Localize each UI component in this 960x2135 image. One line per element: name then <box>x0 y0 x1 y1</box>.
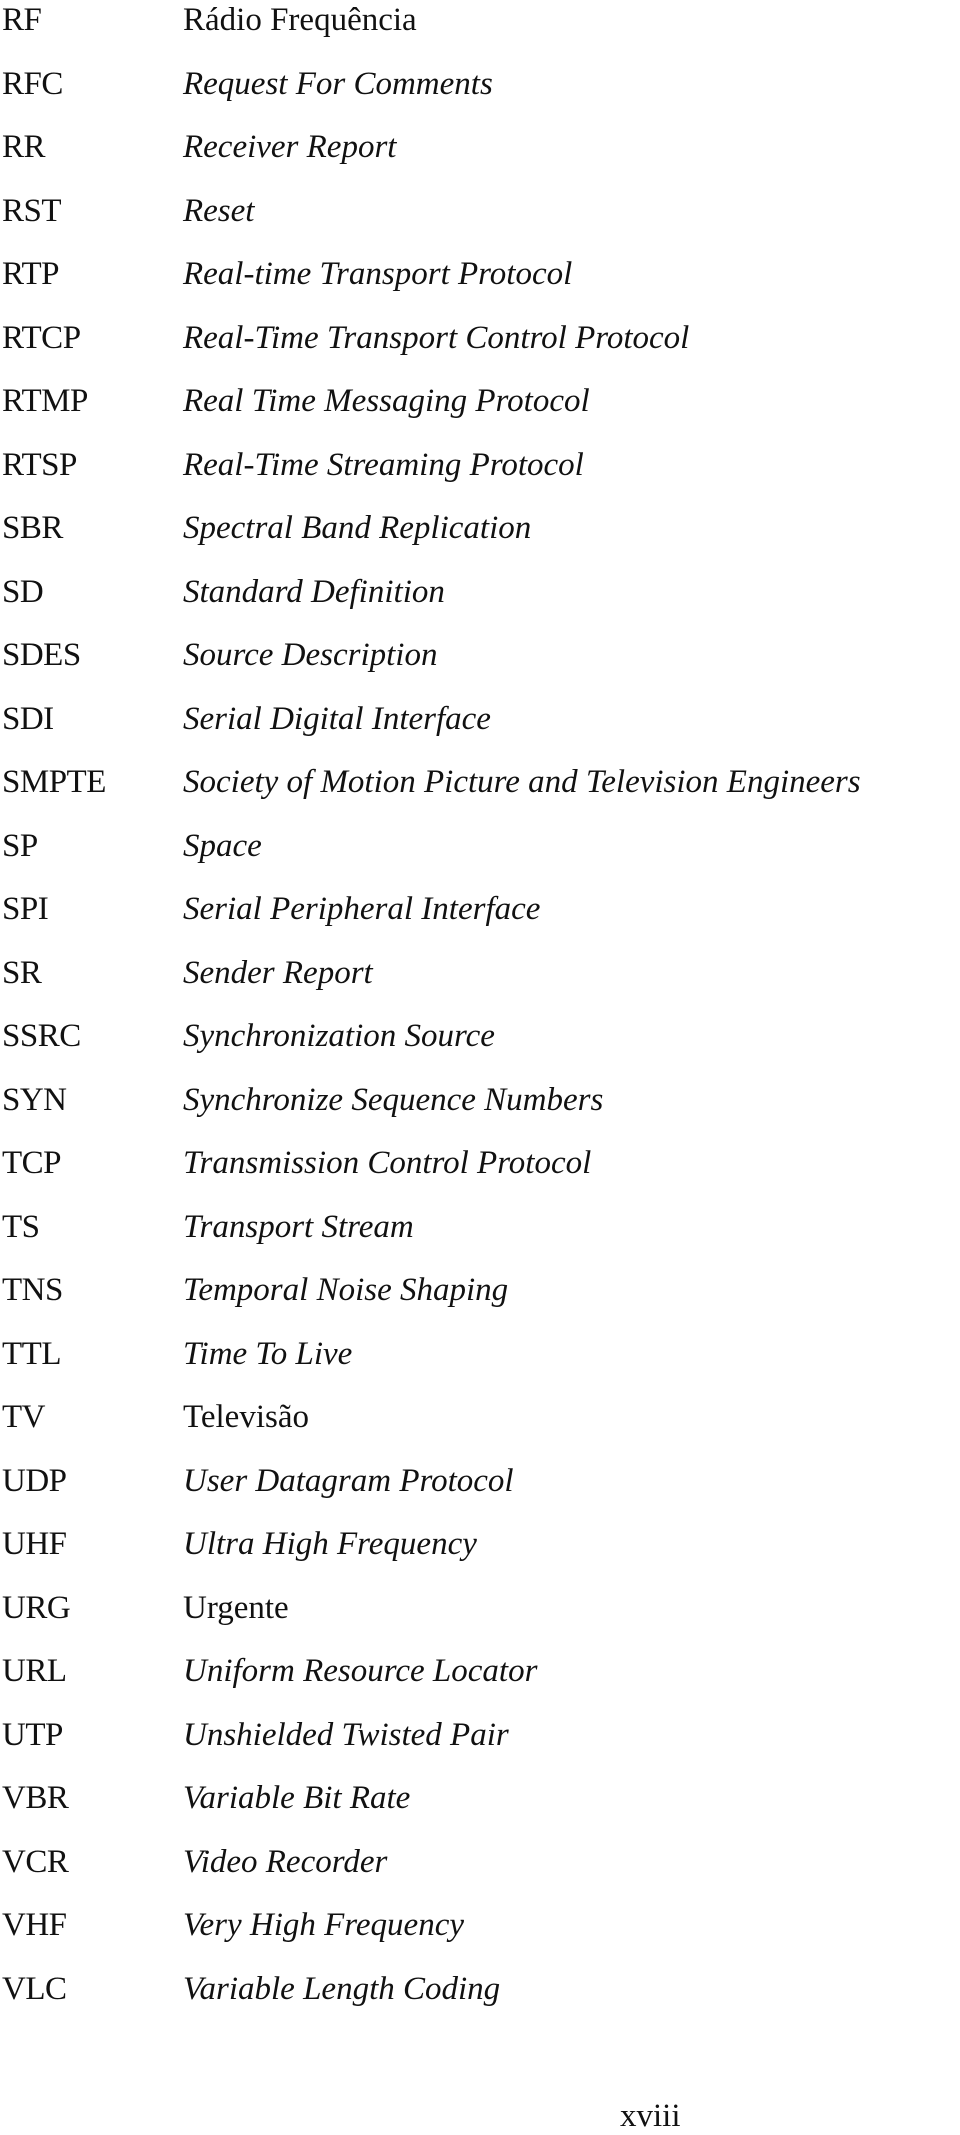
glossary-row: RFC Request For Comments <box>0 64 960 127</box>
definition: Uniform Resource Locator <box>183 1653 538 1689</box>
glossary-row: TNS Temporal Noise Shaping <box>0 1270 960 1333</box>
glossary-row: UHF Ultra High Frequency <box>0 1524 960 1587</box>
glossary-row: SR Sender Report <box>0 953 960 1016</box>
definition: Televisão <box>183 1399 309 1435</box>
definition: Serial Peripheral Interface <box>183 891 541 927</box>
abbreviation: RST <box>2 192 62 229</box>
definition: Real-Time Transport Control Protocol <box>183 319 690 356</box>
glossary-row: SSRC Synchronization Source <box>0 1016 960 1079</box>
glossary-row: SP Space <box>0 826 960 889</box>
glossary-row: SYN Synchronize Sequence Numbers <box>0 1080 960 1143</box>
definition: Unshielded Twisted Pair <box>183 1716 509 1753</box>
definition: Video Recorder <box>183 1843 388 1880</box>
definition: Transmission Control Protocol <box>183 1145 592 1181</box>
definition: Transport Stream <box>183 1208 414 1245</box>
definition: Society of Motion Picture and Television… <box>183 764 861 800</box>
glossary-row: VLC Variable Length Coding <box>0 1969 960 2032</box>
glossary-row: RTMP Real Time Messaging Protocol <box>0 381 960 444</box>
abbreviation: SPI <box>2 891 49 927</box>
abbreviation: RFC <box>2 65 63 102</box>
abbreviation: VCR <box>2 1843 69 1880</box>
definition: Space <box>183 827 262 864</box>
abbreviation: SBR <box>2 510 63 546</box>
abbreviation: UTP <box>2 1716 63 1753</box>
abbreviation: TS <box>2 1208 40 1245</box>
glossary-row: RTSP Real-Time Streaming Protocol <box>0 445 960 508</box>
abbreviation: TCP <box>2 1145 62 1181</box>
abbreviation: SDI <box>2 700 54 737</box>
definition: Variable Bit Rate <box>183 1780 411 1816</box>
definition: Synchronization Source <box>183 1018 495 1054</box>
glossary-row: URL Uniform Resource Locator <box>0 1651 960 1714</box>
glossary-row: TS Transport Stream <box>0 1207 960 1270</box>
glossary-row: UDP User Datagram Protocol <box>0 1461 960 1524</box>
glossary-row: SD Standard Definition <box>0 572 960 635</box>
abbreviation: VHF <box>2 1907 67 1943</box>
abbreviation: SD <box>2 573 44 610</box>
definition: Real Time Messaging Protocol <box>183 383 590 419</box>
abbreviation: VBR <box>2 1780 69 1816</box>
abbreviation: SP <box>2 827 38 864</box>
definition: Time To Live <box>183 1335 353 1372</box>
glossary-row: TV Televisão <box>0 1397 960 1460</box>
definition: Request For Comments <box>183 65 493 102</box>
glossary-row: RST Reset <box>0 191 960 254</box>
definition: Temporal Noise Shaping <box>183 1272 509 1308</box>
definition: Very High Frequency <box>183 1907 464 1943</box>
glossary-row: RTCP Real-Time Transport Control Protocol <box>0 318 960 381</box>
abbreviation: UDP <box>2 1462 67 1499</box>
glossary-row: RF Rádio Frequência <box>0 0 960 63</box>
abbreviation: UHF <box>2 1526 67 1562</box>
abbreviation: RTSP <box>2 446 77 483</box>
abbreviation: RTMP <box>2 383 88 419</box>
definition: Rádio Frequência <box>183 2 417 38</box>
glossary-row: SBR Spectral Band Replication <box>0 508 960 571</box>
glossary-row: SPI Serial Peripheral Interface <box>0 889 960 952</box>
page-number: xviii <box>620 2098 681 2134</box>
abbreviation: URL <box>2 1653 67 1689</box>
glossary-row: RR Receiver Report <box>0 127 960 190</box>
definition: Urgente <box>183 1589 289 1626</box>
abbreviation: SMPTE <box>2 764 106 800</box>
definition: Serial Digital Interface <box>183 700 491 737</box>
glossary-row: TTL Time To Live <box>0 1334 960 1397</box>
glossary-row: VBR Variable Bit Rate <box>0 1778 960 1841</box>
abbreviation: SSRC <box>2 1018 81 1054</box>
glossary-row: SDES Source Description <box>0 635 960 698</box>
glossary-row: VHF Very High Frequency <box>0 1905 960 1968</box>
definition: Source Description <box>183 637 438 673</box>
glossary-row: SMPTE Society of Motion Picture and Telev… <box>0 762 960 825</box>
glossary-row: UTP Unshielded Twisted Pair <box>0 1715 960 1778</box>
abbreviation: TNS <box>2 1272 63 1308</box>
definition: User Datagram Protocol <box>183 1462 514 1499</box>
glossary-row: URG Urgente <box>0 1588 960 1651</box>
abbreviation: VLC <box>2 1970 67 2007</box>
glossary-row: VCR Video Recorder <box>0 1842 960 1905</box>
abbreviation: SYN <box>2 1081 67 1118</box>
abbreviation: TV <box>2 1399 46 1435</box>
glossary-row: TCP Transmission Control Protocol <box>0 1143 960 1206</box>
abbreviation: TTL <box>2 1335 61 1372</box>
definition: Reset <box>183 192 255 229</box>
definition: Standard Definition <box>183 573 445 610</box>
definition: Synchronize Sequence Numbers <box>183 1081 604 1118</box>
abbreviation: RTP <box>2 256 60 292</box>
abbreviation: RTCP <box>2 319 81 356</box>
definition: Real-Time Streaming Protocol <box>183 446 584 483</box>
abbreviation: SR <box>2 954 42 991</box>
abbreviation: RR <box>2 129 46 165</box>
definition: Receiver Report <box>183 129 397 165</box>
abbreviation: RF <box>2 2 42 38</box>
definition: Sender Report <box>183 954 373 991</box>
glossary-row: RTP Real-time Transport Protocol <box>0 254 960 317</box>
glossary-row: SDI Serial Digital Interface <box>0 699 960 762</box>
definition: Variable Length Coding <box>183 1970 501 2007</box>
abbreviation: SDES <box>2 637 81 673</box>
definition: Spectral Band Replication <box>183 510 532 546</box>
definition: Real-time Transport Protocol <box>183 256 573 292</box>
abbreviation: URG <box>2 1589 71 1626</box>
definition: Ultra High Frequency <box>183 1526 477 1562</box>
